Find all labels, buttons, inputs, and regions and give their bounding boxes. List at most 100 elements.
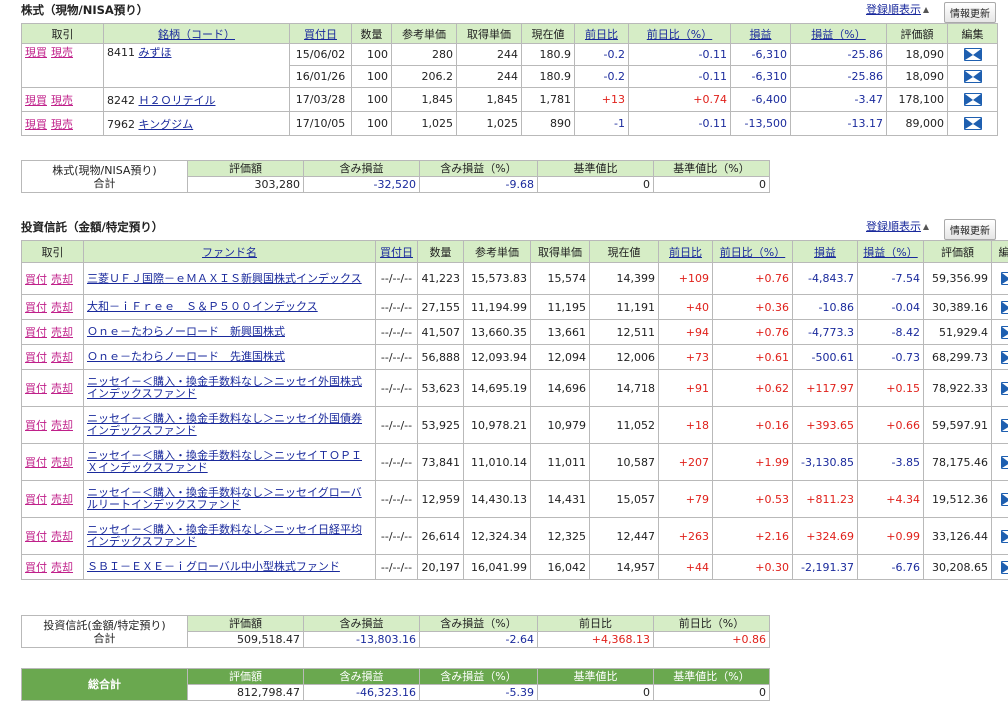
stocks-update-button[interactable]: 情報更新 (944, 2, 996, 23)
sell-link[interactable]: 売却 (51, 326, 73, 339)
mail-icon[interactable] (1000, 492, 1008, 506)
day-change: -0.2 (574, 65, 629, 88)
sell-link[interactable]: 売却 (51, 419, 73, 432)
fund-name-link[interactable]: ニッセイ－＜購入・換金手数料なし＞ニッセイ外国債券インデックスファンド (87, 413, 372, 437)
mail-icon[interactable] (1000, 325, 1008, 339)
stocks-sort-link[interactable]: 登録順表示 (866, 3, 921, 16)
mail-icon[interactable] (1000, 300, 1008, 314)
mail-icon[interactable] (1000, 418, 1008, 432)
stocks-sort-header-link[interactable]: 買付日 (304, 28, 337, 41)
stocks-summary-value: -32,520 (303, 176, 420, 193)
stocks-sort-header-link[interactable]: 銘柄（コード） (158, 28, 235, 41)
profit-loss-percent: -25.86 (790, 43, 887, 66)
buy-link[interactable]: 買付 (25, 273, 47, 286)
funds-column-header[interactable]: 損益 (792, 240, 858, 263)
stock-name-link[interactable]: みずほ (139, 46, 172, 59)
mail-icon[interactable] (1000, 272, 1008, 286)
stocks-column-header[interactable]: 買付日 (289, 23, 352, 44)
sell-link[interactable]: 現売 (51, 94, 73, 107)
fund-name-link[interactable]: ＳＢＩ－ＥＸＥ－ｉグローバル中小型株式ファンド (87, 561, 372, 573)
stock-name-link[interactable]: Ｈ２Ｏリテイル (139, 94, 216, 107)
buy-link[interactable]: 買付 (25, 456, 47, 469)
mail-icon[interactable] (1000, 350, 1008, 364)
fund-name-link[interactable]: Ｏｎｅ－たわらノーロード 先進国株式 (87, 351, 372, 363)
buy-link[interactable]: 現買 (25, 46, 47, 59)
day-change-percent: +0.76 (712, 262, 793, 295)
funds-sort-header-link[interactable]: 前日比 (669, 246, 702, 259)
stocks-sort-header-link[interactable]: 損益（%） (811, 28, 865, 41)
buy-link[interactable]: 買付 (25, 530, 47, 543)
fund-name-link[interactable]: 大和－ｉＦｒｅｅ Ｓ＆Ｐ５００インデックス (87, 301, 372, 313)
funds-column-header[interactable]: 損益（%） (857, 240, 924, 263)
sell-link[interactable]: 売却 (51, 301, 73, 314)
funds-update-button[interactable]: 情報更新 (944, 219, 996, 240)
stocks-column-header[interactable]: 前日比（%） (628, 23, 731, 44)
mail-icon[interactable] (1000, 455, 1008, 469)
trade-actions: 買付 売却 (21, 517, 84, 555)
mail-icon[interactable] (963, 117, 982, 131)
sell-link[interactable]: 売却 (51, 351, 73, 364)
mail-icon[interactable] (963, 93, 982, 107)
day-change-percent: -0.11 (628, 43, 731, 66)
fund-name-link[interactable]: 三菱ＵＦＪ国際－ｅＭＡＸＩＳ新興国株式インデックス (87, 272, 372, 285)
buy-link[interactable]: 買付 (25, 301, 47, 314)
sell-link[interactable]: 売却 (51, 530, 73, 543)
stocks-sort-header-link[interactable]: 前日比 (585, 28, 618, 41)
buy-link[interactable]: 買付 (25, 493, 47, 506)
mail-icon[interactable] (963, 48, 982, 62)
buy-link[interactable]: 現買 (25, 118, 47, 131)
purchase-date: --/--/-- (375, 406, 418, 444)
market-value: 178,100 (886, 87, 948, 112)
fund-name-link[interactable]: ニッセイ－＜購入・換金手数料なし＞ニッセイ外国株式インデックスファンド (87, 376, 372, 400)
funds-sort-header-link[interactable]: 買付日 (380, 246, 413, 259)
funds-column-header[interactable]: 前日比 (658, 240, 713, 263)
fund-name-link[interactable]: ニッセイ－＜購入・換金手数料なし＞ニッセイＴＯＰＩＸインデックスファンド (87, 450, 372, 474)
fund-name-link[interactable]: ニッセイ－＜購入・換金手数料なし＞ニッセイグローバルリートインデックスファンド (87, 487, 372, 511)
stocks-column-header[interactable]: 前日比 (574, 23, 629, 44)
buy-link[interactable]: 買付 (25, 419, 47, 432)
fund-name-link[interactable]: Ｏｎｅ－たわらノーロード 新興国株式 (87, 326, 372, 338)
current-price: 890 (521, 111, 575, 136)
stocks-summary-table: 株式(現物/NISA預り) 合計 評価額 含み損益 含み損益（%） 基準値比 基準… (21, 160, 770, 193)
total-label: 総合計 (21, 668, 188, 701)
stocks-column-header[interactable]: 損益（%） (790, 23, 887, 44)
current-price: 12,511 (589, 319, 659, 345)
purchase-date: --/--/-- (375, 554, 418, 580)
funds-column-header[interactable]: 買付日 (375, 240, 418, 263)
edit-cell (947, 111, 998, 136)
fund-name-link[interactable]: ニッセイ－＜購入・換金手数料なし＞ニッセイ日経平均インデックスファンド (87, 524, 372, 548)
funds-sort-header-link[interactable]: 損益 (814, 246, 836, 259)
funds-sort-link[interactable]: 登録順表示 (866, 220, 921, 233)
funds-sort-header-link[interactable]: 前日比（%） (720, 246, 785, 259)
stocks-sort-header-link[interactable]: 損益 (750, 28, 772, 41)
sell-link[interactable]: 売却 (51, 273, 73, 286)
mail-icon[interactable] (1000, 560, 1008, 574)
buy-link[interactable]: 買付 (25, 326, 47, 339)
stocks-column-header[interactable]: 損益 (730, 23, 791, 44)
sell-link[interactable]: 売却 (51, 382, 73, 395)
funds-sort-header-link[interactable]: ファンド名 (202, 246, 257, 259)
buy-link[interactable]: 買付 (25, 561, 47, 574)
stocks-column-header: 取得単価 (456, 23, 522, 44)
stock-name-link[interactable]: キングジム (139, 118, 194, 131)
total-header: 含み損益 (303, 668, 420, 685)
sell-link[interactable]: 売却 (51, 456, 73, 469)
funds-summary-header: 評価額 (187, 615, 304, 632)
funds-column-header[interactable]: 前日比（%） (712, 240, 793, 263)
day-change: +91 (658, 369, 713, 407)
mail-icon[interactable] (1000, 529, 1008, 543)
purchase-date: --/--/-- (375, 369, 418, 407)
mail-icon[interactable] (1000, 381, 1008, 395)
stocks-sort-header-link[interactable]: 前日比（%） (647, 28, 712, 41)
funds-column-header[interactable]: ファンド名 (83, 240, 376, 263)
buy-link[interactable]: 買付 (25, 382, 47, 395)
sell-link[interactable]: 現売 (51, 118, 73, 131)
sell-link[interactable]: 売却 (51, 561, 73, 574)
buy-link[interactable]: 現買 (25, 94, 47, 107)
buy-link[interactable]: 買付 (25, 351, 47, 364)
stocks-column-header[interactable]: 銘柄（コード） (103, 23, 290, 44)
sell-link[interactable]: 現売 (51, 46, 73, 59)
sell-link[interactable]: 売却 (51, 493, 73, 506)
mail-icon[interactable] (963, 70, 982, 84)
funds-sort-header-link[interactable]: 損益（%） (863, 246, 917, 259)
